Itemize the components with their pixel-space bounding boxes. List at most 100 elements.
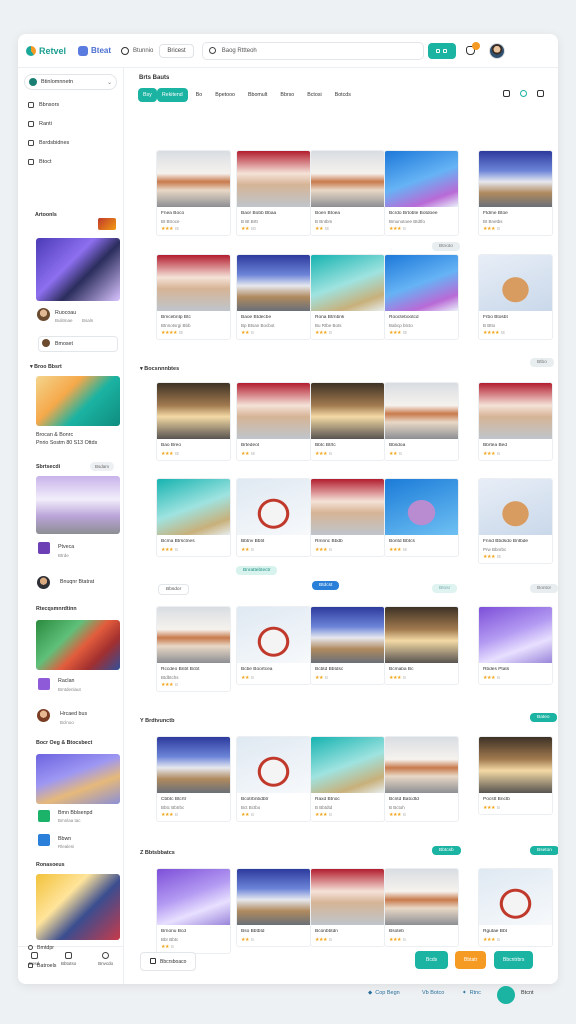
product-image [479,151,552,207]
outside-link-label: Cop Begn [375,990,400,996]
product-card[interactable]: Rccdeo Bnbt Bcbt Btdbtchs ★★★ B [156,606,231,692]
featured-thumbnail[interactable] [36,754,120,804]
product-card[interactable]: Bcotrbnbdbtr Bct Bctbo ★★ B [236,736,311,822]
product-card[interactable]: Rona Btrnbnk Bu Rtbe Bots ★★★ B [310,254,385,340]
product-card[interactable]: Raxd Btnoc B Bbtdtd ★★★ B [310,736,385,822]
bookmark-icon[interactable] [503,90,510,97]
product-card[interactable]: Baoe Btdecbe Bp Btsan Bocbot ★★ B [236,254,311,340]
more-icon[interactable] [537,90,544,97]
avatar [37,709,50,722]
product-image [385,737,458,793]
product-card[interactable]: Bsoteb ★★★ B [384,868,459,947]
product-card[interactable]: Bconbbtdn ★★★ B [310,868,385,947]
product-card[interactable]: Frbo Btosbt B Btto ★★★★ Bt [478,254,553,340]
filter-tab-6[interactable]: Bctosi [302,88,326,102]
app-window: Retvel Bteat Btunnio Bricest Baog Rttteo… [18,34,558,984]
product-card[interactable]: Bcbtd Bbtdsc ★★ B [310,606,385,685]
product-card[interactable]: Rmnnc Bbdb ★★★ B [310,478,385,557]
view-toggle-button[interactable] [427,42,456,59]
product-card[interactable]: Bcmaba Bc ★★★ B [384,606,459,685]
product-card[interactable]: Brtedeot ★★ Bt [236,382,311,461]
row-button[interactable]: Bseton [530,846,558,855]
product-card[interactable]: Bcbe Boortcea ★★ B [236,606,311,685]
sidebar-footer-item-0[interactable]: Bmtdpr [28,942,56,953]
product-card[interactable]: Bcma Btrsctnes ★★★ B [156,478,231,557]
featured-thumbnail[interactable] [36,620,120,670]
sidebar-item-2[interactable]: Bsrdsbidnes [18,133,123,152]
product-card[interactable]: Rooctebootcd Babcp btcto ★★★ Bt [384,254,459,340]
product-card[interactable]: Pocstt Bnctb ★★★ B [478,736,553,815]
product-card[interactable]: Bbsdoa ★★ B [384,382,459,461]
rating-stars: ★★★ B [315,451,380,457]
secondary-button[interactable]: Bbtatr [455,951,487,969]
see-more-button[interactable]: Btbo [530,358,554,367]
product-card[interactable]: Fnnd Bbdsdo Bntbde Prw Bbnrbc ★★★ Bt [478,478,553,564]
product-card[interactable]: Rgutae Bbt ★★★ B [478,868,553,947]
product-card[interactable]: Bontd Bbtcs ★★★ Bt [384,478,459,557]
promo-thumbnail[interactable] [36,376,120,426]
product-card[interactable]: Rbdes Ptats ★★★ B [478,606,553,685]
product-image [157,869,230,925]
rating-stars: ★★★ B [483,451,548,457]
product-card[interactable]: Bcntd Batcdtd B Bctoh ★★★ B [384,736,459,822]
row-button[interactable]: Bbsdor [158,584,190,595]
featured-thumbnail[interactable] [36,238,120,301]
product-card[interactable]: Cbbtc Btcrtr Bbtc Bbtrbc ★★★ B [156,736,231,822]
filter-tab-7[interactable]: Botcds [330,88,356,102]
filter-tab-2[interactable]: Bo [191,88,207,102]
product-card[interactable]: Bbtnv Bbtit ★★ B [236,478,311,557]
tab-1[interactable]: Bbtotso [61,951,76,966]
filter-tab-1[interactable]: Rekitend [156,88,188,102]
outside-link-1[interactable]: Vb Botco [422,990,444,996]
product-card[interactable]: Bcrdo Brtobte Botdoee Bmunotoee Btdtfo ★★★… [384,150,459,236]
product-card[interactable]: Bbrtea Bed ★★★ B [478,382,553,461]
action-button[interactable]: Bbcntrbrs [494,951,534,969]
section-chip[interactable]: Bsdam [90,462,115,471]
filter-tab-3[interactable]: Bpetooo [210,88,240,102]
outside-end-label[interactable]: Btcnt [521,990,534,996]
refresh-icon[interactable] [520,90,527,97]
sidebar-item-3[interactable]: Btoct [18,152,123,171]
filter-tab-0[interactable]: Bsy [138,88,157,102]
sidebar-item-1[interactable]: Ranti [18,114,123,133]
workspace-select[interactable]: Btinlomnnetn ⌄ [24,74,117,90]
product-card[interactable]: Bao Breo ★★★ Bt [156,382,231,461]
product-card[interactable]: Baor Bobb Bbaa B Bt Brtt ★★ B0 [236,150,311,236]
mall-thumbnail[interactable] [36,476,120,534]
see-more-button[interactable]: Bateo [530,713,557,722]
user-avatar[interactable] [488,42,505,59]
row-button[interactable]: Btosr [432,584,458,593]
search-input[interactable]: Baog Rttteoh [201,41,424,60]
sidebar-item-0[interactable]: Bbnsors [18,95,123,114]
filter-tab-4[interactable]: Bbomult [243,88,272,102]
row-button[interactable]: Bontor [530,584,558,593]
browse-nav[interactable]: Btunnio [121,46,153,55]
rating-stars: ★★ B [241,675,306,681]
chat-icon[interactable] [497,986,515,1004]
product-card[interactable]: Bso Bbtbtd ★★ B [236,868,311,947]
secondary-logo[interactable]: Bteat [78,45,111,56]
footer-left-button[interactable]: Bbcrsboaco [140,952,197,971]
filter-tab-5[interactable]: Bbrso [275,88,299,102]
row-button[interactable]: Btdcst [312,581,340,590]
product-card[interactable]: Fnea Boco Bt Btroce ★★★ Bt [156,150,231,236]
sidebar-footer-item-1[interactable]: Batroels [28,960,56,971]
product-card[interactable]: Bmcebntp Btc Btnnotsrgi Bbb ★★★★ Bt [156,254,231,340]
row-button[interactable]: Bbtcsb [432,846,461,855]
product-card[interactable]: Bbtc Btrtc ★★★ B [310,382,385,461]
notification-icon[interactable] [465,42,480,55]
featured-thumbnail[interactable] [36,874,120,940]
row-tag[interactable]: Bnrattebtectr [236,566,278,575]
logo[interactable]: Retvel [26,45,66,56]
primary-button[interactable]: Bcds [415,951,449,969]
filter-pill[interactable]: Bricest [159,43,194,58]
outside-link-2[interactable]: ✦ Rtnc [462,990,481,996]
sidebar-row-button[interactable]: Bmoset [38,336,118,352]
product-meta: Babcp btcto [389,322,413,328]
product-card[interactable]: Ftdme Btoe Bt Bnetbs ★★★ B [478,150,553,236]
product-title: Bcbtd Bbtdsc [315,667,344,672]
see-more-button[interactable]: Btnoto [432,242,460,251]
product-card[interactable]: Boen Btoea B Bntbm ★★ Bt [310,150,385,236]
tab-2[interactable]: Bnvcdo [98,951,113,966]
outside-link-0[interactable]: ◆ Cop Begn [368,990,400,996]
